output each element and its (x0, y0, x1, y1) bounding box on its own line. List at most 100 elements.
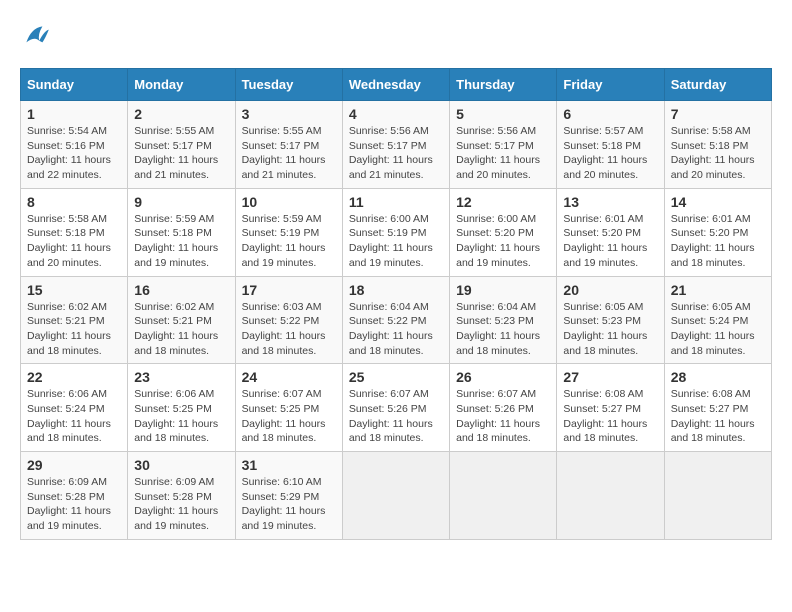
day-number: 20 (563, 282, 657, 298)
calendar-day-cell: 12 Sunrise: 6:00 AM Sunset: 5:20 PM Dayl… (450, 188, 557, 276)
calendar-day-cell: 2 Sunrise: 5:55 AM Sunset: 5:17 PM Dayli… (128, 101, 235, 189)
day-info: Sunrise: 5:58 AM Sunset: 5:18 PM Dayligh… (671, 124, 765, 183)
calendar-day-cell: 23 Sunrise: 6:06 AM Sunset: 5:25 PM Dayl… (128, 364, 235, 452)
logo (20, 20, 56, 52)
day-number: 23 (134, 369, 228, 385)
calendar-day-cell: 17 Sunrise: 6:03 AM Sunset: 5:22 PM Dayl… (235, 276, 342, 364)
day-number: 9 (134, 194, 228, 210)
day-number: 22 (27, 369, 121, 385)
day-info: Sunrise: 6:06 AM Sunset: 5:25 PM Dayligh… (134, 387, 228, 446)
day-info: Sunrise: 6:10 AM Sunset: 5:29 PM Dayligh… (242, 475, 336, 534)
calendar-day-cell: 30 Sunrise: 6:09 AM Sunset: 5:28 PM Dayl… (128, 452, 235, 540)
day-info: Sunrise: 6:07 AM Sunset: 5:25 PM Dayligh… (242, 387, 336, 446)
calendar-day-header: Wednesday (342, 69, 449, 101)
calendar-week-row: 22 Sunrise: 6:06 AM Sunset: 5:24 PM Dayl… (21, 364, 772, 452)
calendar-day-cell: 4 Sunrise: 5:56 AM Sunset: 5:17 PM Dayli… (342, 101, 449, 189)
calendar-day-header: Saturday (664, 69, 771, 101)
day-number: 25 (349, 369, 443, 385)
calendar-day-cell: 25 Sunrise: 6:07 AM Sunset: 5:26 PM Dayl… (342, 364, 449, 452)
calendar-day-cell: 22 Sunrise: 6:06 AM Sunset: 5:24 PM Dayl… (21, 364, 128, 452)
calendar-day-cell: 11 Sunrise: 6:00 AM Sunset: 5:19 PM Dayl… (342, 188, 449, 276)
day-number: 28 (671, 369, 765, 385)
calendar-day-cell: 8 Sunrise: 5:58 AM Sunset: 5:18 PM Dayli… (21, 188, 128, 276)
calendar-day-cell: 18 Sunrise: 6:04 AM Sunset: 5:22 PM Dayl… (342, 276, 449, 364)
calendar-week-row: 15 Sunrise: 6:02 AM Sunset: 5:21 PM Dayl… (21, 276, 772, 364)
day-info: Sunrise: 6:02 AM Sunset: 5:21 PM Dayligh… (27, 300, 121, 359)
calendar-day-cell: 13 Sunrise: 6:01 AM Sunset: 5:20 PM Dayl… (557, 188, 664, 276)
day-info: Sunrise: 5:59 AM Sunset: 5:19 PM Dayligh… (242, 212, 336, 271)
day-info: Sunrise: 5:55 AM Sunset: 5:17 PM Dayligh… (134, 124, 228, 183)
day-number: 15 (27, 282, 121, 298)
calendar-day-cell (664, 452, 771, 540)
day-number: 29 (27, 457, 121, 473)
day-number: 4 (349, 106, 443, 122)
day-info: Sunrise: 5:56 AM Sunset: 5:17 PM Dayligh… (456, 124, 550, 183)
day-info: Sunrise: 5:56 AM Sunset: 5:17 PM Dayligh… (349, 124, 443, 183)
calendar-day-cell: 29 Sunrise: 6:09 AM Sunset: 5:28 PM Dayl… (21, 452, 128, 540)
calendar-day-cell: 26 Sunrise: 6:07 AM Sunset: 5:26 PM Dayl… (450, 364, 557, 452)
calendar-day-cell: 9 Sunrise: 5:59 AM Sunset: 5:18 PM Dayli… (128, 188, 235, 276)
day-info: Sunrise: 6:00 AM Sunset: 5:19 PM Dayligh… (349, 212, 443, 271)
calendar-day-cell (557, 452, 664, 540)
calendar-day-header: Tuesday (235, 69, 342, 101)
calendar-day-header: Monday (128, 69, 235, 101)
calendar-day-cell: 21 Sunrise: 6:05 AM Sunset: 5:24 PM Dayl… (664, 276, 771, 364)
day-number: 1 (27, 106, 121, 122)
calendar-day-cell: 6 Sunrise: 5:57 AM Sunset: 5:18 PM Dayli… (557, 101, 664, 189)
day-info: Sunrise: 6:05 AM Sunset: 5:23 PM Dayligh… (563, 300, 657, 359)
day-info: Sunrise: 6:08 AM Sunset: 5:27 PM Dayligh… (563, 387, 657, 446)
day-number: 5 (456, 106, 550, 122)
calendar-day-header: Thursday (450, 69, 557, 101)
day-info: Sunrise: 5:57 AM Sunset: 5:18 PM Dayligh… (563, 124, 657, 183)
day-info: Sunrise: 5:59 AM Sunset: 5:18 PM Dayligh… (134, 212, 228, 271)
day-number: 18 (349, 282, 443, 298)
day-number: 12 (456, 194, 550, 210)
calendar-week-row: 29 Sunrise: 6:09 AM Sunset: 5:28 PM Dayl… (21, 452, 772, 540)
day-number: 6 (563, 106, 657, 122)
calendar-day-cell: 20 Sunrise: 6:05 AM Sunset: 5:23 PM Dayl… (557, 276, 664, 364)
day-number: 24 (242, 369, 336, 385)
day-number: 3 (242, 106, 336, 122)
calendar-day-cell: 16 Sunrise: 6:02 AM Sunset: 5:21 PM Dayl… (128, 276, 235, 364)
day-number: 13 (563, 194, 657, 210)
day-info: Sunrise: 6:09 AM Sunset: 5:28 PM Dayligh… (134, 475, 228, 534)
day-number: 10 (242, 194, 336, 210)
day-info: Sunrise: 6:07 AM Sunset: 5:26 PM Dayligh… (349, 387, 443, 446)
day-info: Sunrise: 6:03 AM Sunset: 5:22 PM Dayligh… (242, 300, 336, 359)
day-number: 16 (134, 282, 228, 298)
day-info: Sunrise: 6:01 AM Sunset: 5:20 PM Dayligh… (671, 212, 765, 271)
calendar-day-cell: 27 Sunrise: 6:08 AM Sunset: 5:27 PM Dayl… (557, 364, 664, 452)
day-info: Sunrise: 6:02 AM Sunset: 5:21 PM Dayligh… (134, 300, 228, 359)
page-header (20, 20, 772, 52)
day-info: Sunrise: 6:08 AM Sunset: 5:27 PM Dayligh… (671, 387, 765, 446)
calendar-day-cell: 5 Sunrise: 5:56 AM Sunset: 5:17 PM Dayli… (450, 101, 557, 189)
day-info: Sunrise: 6:04 AM Sunset: 5:23 PM Dayligh… (456, 300, 550, 359)
day-number: 14 (671, 194, 765, 210)
calendar-day-cell: 7 Sunrise: 5:58 AM Sunset: 5:18 PM Dayli… (664, 101, 771, 189)
calendar-day-header: Sunday (21, 69, 128, 101)
logo-icon (20, 20, 52, 52)
day-number: 31 (242, 457, 336, 473)
calendar-day-cell: 31 Sunrise: 6:10 AM Sunset: 5:29 PM Dayl… (235, 452, 342, 540)
calendar-day-cell: 10 Sunrise: 5:59 AM Sunset: 5:19 PM Dayl… (235, 188, 342, 276)
day-info: Sunrise: 6:06 AM Sunset: 5:24 PM Dayligh… (27, 387, 121, 446)
day-info: Sunrise: 5:55 AM Sunset: 5:17 PM Dayligh… (242, 124, 336, 183)
calendar-day-cell: 1 Sunrise: 5:54 AM Sunset: 5:16 PM Dayli… (21, 101, 128, 189)
day-number: 7 (671, 106, 765, 122)
calendar-day-cell: 19 Sunrise: 6:04 AM Sunset: 5:23 PM Dayl… (450, 276, 557, 364)
calendar-week-row: 1 Sunrise: 5:54 AM Sunset: 5:16 PM Dayli… (21, 101, 772, 189)
calendar-week-row: 8 Sunrise: 5:58 AM Sunset: 5:18 PM Dayli… (21, 188, 772, 276)
calendar-day-cell: 24 Sunrise: 6:07 AM Sunset: 5:25 PM Dayl… (235, 364, 342, 452)
day-info: Sunrise: 6:09 AM Sunset: 5:28 PM Dayligh… (27, 475, 121, 534)
day-number: 11 (349, 194, 443, 210)
day-number: 27 (563, 369, 657, 385)
calendar-header-row: SundayMondayTuesdayWednesdayThursdayFrid… (21, 69, 772, 101)
calendar-day-cell: 15 Sunrise: 6:02 AM Sunset: 5:21 PM Dayl… (21, 276, 128, 364)
day-number: 2 (134, 106, 228, 122)
calendar-day-header: Friday (557, 69, 664, 101)
day-info: Sunrise: 6:05 AM Sunset: 5:24 PM Dayligh… (671, 300, 765, 359)
day-number: 17 (242, 282, 336, 298)
day-info: Sunrise: 6:04 AM Sunset: 5:22 PM Dayligh… (349, 300, 443, 359)
calendar-day-cell (450, 452, 557, 540)
calendar-table: SundayMondayTuesdayWednesdayThursdayFrid… (20, 68, 772, 540)
